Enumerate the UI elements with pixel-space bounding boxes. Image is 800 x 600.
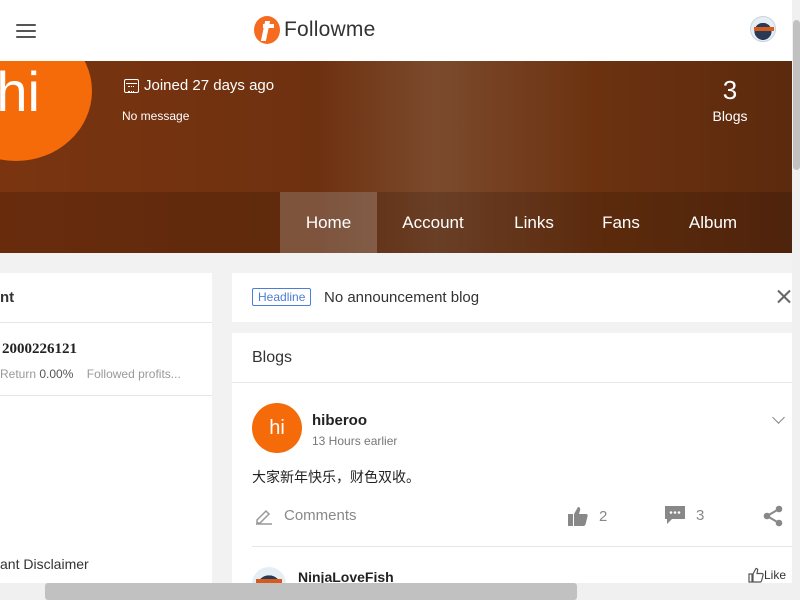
like-button[interactable]: 2 bbox=[567, 505, 607, 527]
profile-message: No message bbox=[122, 109, 190, 123]
return-label: Return bbox=[0, 367, 37, 381]
horizontal-scrollbar[interactable] bbox=[0, 583, 792, 600]
blogs-count-number: 3 bbox=[722, 75, 738, 105]
like-label: Like bbox=[764, 568, 787, 582]
logo-text: Followme bbox=[284, 18, 376, 41]
followme-logo[interactable]: Followme bbox=[254, 15, 375, 45]
vertical-scrollbar[interactable] bbox=[792, 0, 800, 600]
tab-album[interactable]: Album bbox=[676, 192, 750, 253]
share-icon bbox=[763, 505, 783, 527]
comment-count-button[interactable]: 3 bbox=[664, 505, 704, 525]
post-content: 大家新年快乐，财色双收。 bbox=[252, 469, 420, 485]
headline-text: No announcement blog bbox=[324, 289, 480, 306]
comment-icon bbox=[665, 506, 685, 524]
account-panel: nt 2000226121 Return 0.00% Followed prof… bbox=[0, 273, 212, 593]
divider bbox=[252, 546, 792, 547]
profile-avatar: hi bbox=[0, 61, 92, 161]
divider bbox=[0, 322, 212, 323]
thumbs-up-outline-icon bbox=[748, 567, 764, 583]
divider bbox=[0, 395, 212, 396]
thumbs-up-icon bbox=[568, 507, 588, 526]
profile-banner: hi Joined 27 days ago No message 3 Blogs… bbox=[0, 61, 792, 253]
share-button[interactable] bbox=[762, 505, 794, 527]
comments-count: 3 bbox=[696, 506, 705, 524]
top-bar: Followme bbox=[0, 0, 792, 61]
blogs-count-label: Blogs bbox=[712, 108, 748, 124]
post-timestamp: 13 Hours earlier bbox=[312, 434, 398, 448]
disclaimer-link[interactable]: ant Disclaimer bbox=[0, 556, 89, 572]
hamburger-menu-icon[interactable] bbox=[16, 24, 36, 38]
joined-text: Joined 27 days ago bbox=[144, 77, 275, 94]
vertical-scrollbar-thumb[interactable] bbox=[793, 20, 800, 170]
headline-bar: Headline No announcement blog bbox=[232, 273, 792, 322]
close-icon[interactable] bbox=[776, 289, 792, 305]
tab-account[interactable]: Account bbox=[388, 192, 478, 253]
profile-nav: Home Account Links Fans Album bbox=[0, 192, 792, 253]
account-panel-title: nt bbox=[0, 289, 15, 306]
account-number[interactable]: 2000226121 bbox=[2, 341, 77, 358]
comments-button[interactable]: Comments bbox=[254, 505, 357, 525]
post-author-name[interactable]: hiberoo bbox=[312, 412, 367, 429]
followme-logo-icon bbox=[254, 16, 280, 44]
blogs-panel: Blogs hi hiberoo 13 Hours earlier 大家新年快乐… bbox=[232, 333, 792, 600]
divider bbox=[232, 382, 792, 383]
chevron-down-icon[interactable] bbox=[772, 411, 785, 424]
account-stats: Return 0.00% Followed profits... bbox=[0, 367, 181, 381]
tab-home[interactable]: Home bbox=[280, 192, 377, 253]
horizontal-scrollbar-thumb[interactable] bbox=[45, 583, 577, 600]
post-author-avatar[interactable]: hi bbox=[252, 403, 302, 453]
followed-profits-label: Followed profits... bbox=[86, 367, 181, 381]
like-button[interactable]: Like bbox=[748, 567, 786, 583]
calendar-icon bbox=[124, 78, 139, 93]
comments-label: Comments bbox=[284, 506, 357, 524]
blogs-title: Blogs bbox=[252, 349, 293, 366]
blogs-count[interactable]: 3 Blogs bbox=[700, 75, 760, 124]
likes-count: 2 bbox=[599, 507, 608, 525]
headline-tag: Headline bbox=[252, 288, 312, 306]
joined-info: Joined 27 days ago bbox=[124, 77, 274, 94]
return-value: 0.00% bbox=[39, 367, 74, 381]
edit-icon bbox=[256, 509, 272, 525]
tab-links[interactable]: Links bbox=[502, 192, 566, 253]
user-avatar[interactable] bbox=[750, 16, 776, 42]
tab-fans[interactable]: Fans bbox=[592, 192, 650, 253]
